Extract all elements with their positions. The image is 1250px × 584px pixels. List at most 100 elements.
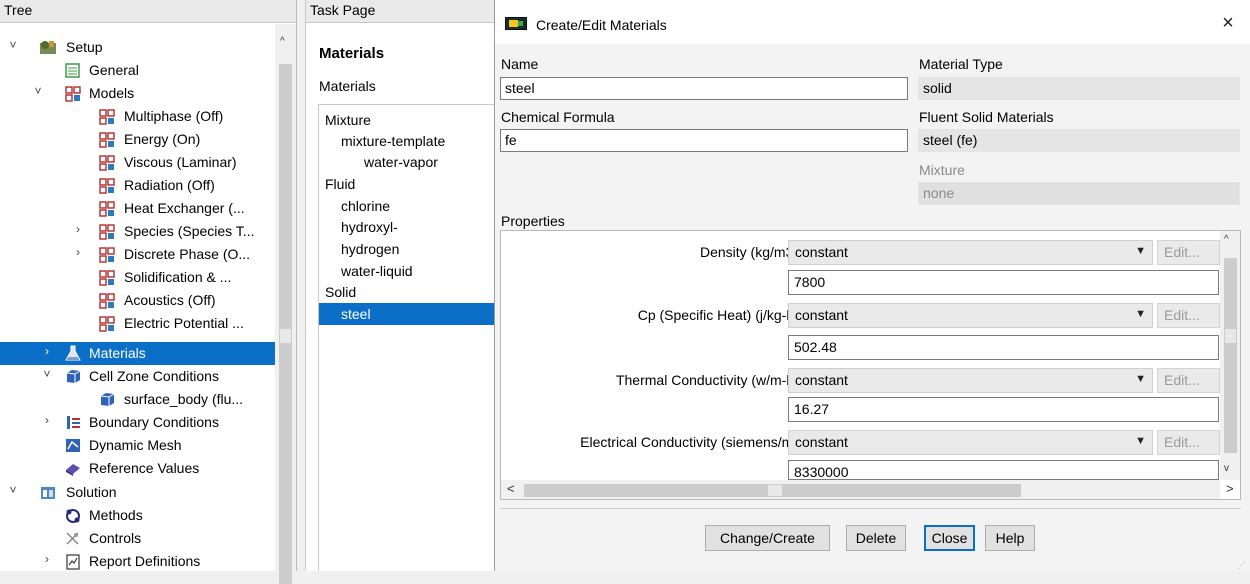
tree-item-dynamic-mesh[interactable]: Dynamic Mesh (0, 434, 275, 457)
dropdown-value: constant (795, 307, 848, 323)
list-item[interactable]: Fluid (319, 173, 496, 195)
dialog-title: Create/Edit Materials (536, 17, 667, 33)
tree-item-label: Species (Species T... (124, 223, 255, 239)
tree-item-methods[interactable]: Methods (0, 504, 275, 527)
tree-panel: Tree ˅ Setup General ˅ Models Multiphase… (0, 0, 297, 584)
tree-item-label: Energy (On) (124, 131, 201, 147)
tree-item-surface-body[interactable]: surface_body (flu... (0, 388, 275, 411)
scroll-up-icon[interactable]: ^ (280, 36, 285, 47)
name-field[interactable]: steel (500, 77, 908, 100)
model-icon (98, 315, 116, 332)
thermal-conductivity-value-field[interactable]: 16.27 (788, 397, 1219, 422)
chevron-down-icon: ▼ (1135, 308, 1146, 320)
cp-value-field[interactable]: 502.48 (788, 335, 1219, 360)
boundary-icon (64, 414, 82, 431)
scroll-down-icon[interactable]: v (1224, 463, 1229, 474)
density-label: Density (kg/m3) (699, 244, 798, 260)
density-method-dropdown[interactable]: constant ▼ (788, 240, 1153, 265)
scrollbar-thumb[interactable] (279, 64, 292, 584)
tree-item-controls[interactable]: Controls (0, 527, 275, 550)
model-icon (98, 269, 116, 286)
tree-item-solidification[interactable]: Solidification & ... (0, 266, 275, 289)
expand-arrow-icon[interactable]: › (71, 245, 85, 259)
cp-label: Cp (Specific Heat) (j/kg-k) (637, 307, 798, 323)
scroll-right-icon[interactable]: > (1226, 481, 1234, 496)
tree-item-models[interactable]: ˅ Models (0, 82, 275, 105)
close-icon[interactable]: × (1216, 12, 1240, 36)
list-item[interactable]: hydrogen (319, 238, 496, 260)
expand-arrow-icon[interactable]: › (40, 413, 54, 427)
tree-item-species[interactable]: › Species (Species T... (0, 220, 275, 243)
tree-item-acoustics[interactable]: Acoustics (Off) (0, 289, 275, 312)
electrical-conductivity-edit-button[interactable]: Edit... (1157, 430, 1220, 455)
chemical-formula-field[interactable]: fe (500, 129, 908, 152)
chevron-down-icon: ▼ (1135, 435, 1146, 447)
divider (500, 508, 1241, 509)
properties-vertical-scrollbar[interactable]: ^ v (1220, 231, 1240, 480)
tree-item-solution[interactable]: ˅ Solution (0, 481, 275, 504)
thermal-conductivity-label: Thermal Conductivity (w/m-k) (615, 372, 798, 388)
tree-item-materials[interactable]: › Materials (0, 342, 275, 365)
general-icon (64, 62, 82, 79)
material-type-dropdown[interactable]: solid (918, 77, 1240, 100)
list-item[interactable]: chlorine (319, 195, 496, 217)
list-item[interactable]: hydroxyl- (319, 216, 496, 238)
dropdown-value: constant (795, 372, 848, 388)
tree-item-setup[interactable]: ˅ Setup (0, 36, 275, 59)
expand-arrow-icon[interactable]: ˅ (6, 38, 20, 52)
expand-arrow-icon[interactable]: ˅ (6, 483, 20, 497)
scroll-up-icon[interactable]: ^ (1224, 234, 1229, 245)
delete-button[interactable]: Delete (846, 525, 906, 551)
chemical-formula-label: Chemical Formula (501, 109, 615, 125)
list-item[interactable]: Mixture (319, 109, 496, 131)
close-button[interactable]: Close (924, 525, 975, 551)
expand-arrow-icon[interactable]: › (40, 552, 54, 566)
tree-item-discrete-phase[interactable]: › Discrete Phase (O... (0, 243, 275, 266)
tree-item-energy[interactable]: Energy (On) (0, 128, 275, 151)
tree-item-label: Discrete Phase (O... (124, 246, 251, 262)
cp-edit-button[interactable]: Edit... (1157, 303, 1220, 328)
dialog-titlebar[interactable]: Create/Edit Materials × (495, 0, 1250, 44)
scrollbar-thumb[interactable] (1224, 258, 1237, 453)
materials-list-label: Materials (319, 78, 376, 94)
change-create-button[interactable]: Change/Create (705, 525, 830, 551)
tree-item-label: Radiation (Off) (124, 177, 215, 193)
list-item[interactable]: water-liquid (319, 260, 496, 282)
tree-item-general[interactable]: General (0, 59, 275, 82)
expand-arrow-icon[interactable]: ˅ (40, 367, 54, 381)
fluent-solid-materials-dropdown[interactable]: steel (fe) (918, 129, 1240, 152)
name-label: Name (501, 56, 539, 72)
cp-method-dropdown[interactable]: constant ▼ (788, 303, 1153, 328)
fluent-solid-materials-label: Fluent Solid Materials (919, 109, 1054, 125)
list-item[interactable]: mixture-template (319, 130, 496, 152)
thermal-conductivity-edit-button[interactable]: Edit... (1157, 368, 1220, 393)
resize-grip-icon[interactable]: ⋰ (1237, 560, 1247, 570)
tree-item-electric-potential[interactable]: Electric Potential ... (0, 312, 275, 335)
expand-arrow-icon[interactable]: › (71, 222, 85, 236)
tree-item-viscous[interactable]: Viscous (Laminar) (0, 151, 275, 174)
tree-item-multiphase[interactable]: Multiphase (Off) (0, 105, 275, 128)
tree-item-cell-zone-conditions[interactable]: ˅ Cell Zone Conditions (0, 365, 275, 388)
expand-arrow-icon[interactable]: › (40, 344, 54, 358)
list-item[interactable]: water-vapor (319, 151, 496, 173)
density-value-field[interactable]: 7800 (788, 270, 1219, 295)
electrical-conductivity-value-field[interactable]: 8330000 (788, 460, 1219, 480)
tree-item-report-definitions[interactable]: › Report Definitions (0, 550, 275, 571)
list-item-selected[interactable]: steel (319, 303, 496, 325)
density-edit-button[interactable]: Edit... (1157, 240, 1220, 265)
create-edit-materials-dialog: Create/Edit Materials × Name steel Chemi… (494, 0, 1250, 571)
expand-arrow-icon[interactable]: ˅ (31, 84, 45, 98)
scroll-left-icon[interactable]: < (507, 481, 515, 496)
properties-horizontal-scrollbar[interactable]: < (501, 480, 1220, 499)
tree-item-label: Reference Values (89, 460, 200, 476)
tree-item-heat-exchanger[interactable]: Heat Exchanger (... (0, 197, 275, 220)
thermal-conductivity-method-dropdown[interactable]: constant ▼ (788, 368, 1153, 393)
list-item[interactable]: Solid (319, 281, 496, 303)
properties-panel: Density (kg/m3) constant ▼ Edit... 7800 … (500, 230, 1241, 500)
tree-scrollbar[interactable]: ^ (275, 24, 296, 584)
electrical-conductivity-method-dropdown[interactable]: constant ▼ (788, 430, 1153, 455)
help-button[interactable]: Help (985, 525, 1035, 551)
tree-item-radiation[interactable]: Radiation (Off) (0, 174, 275, 197)
tree-item-boundary-conditions[interactable]: › Boundary Conditions (0, 411, 275, 434)
tree-item-reference-values[interactable]: Reference Values (0, 457, 275, 480)
